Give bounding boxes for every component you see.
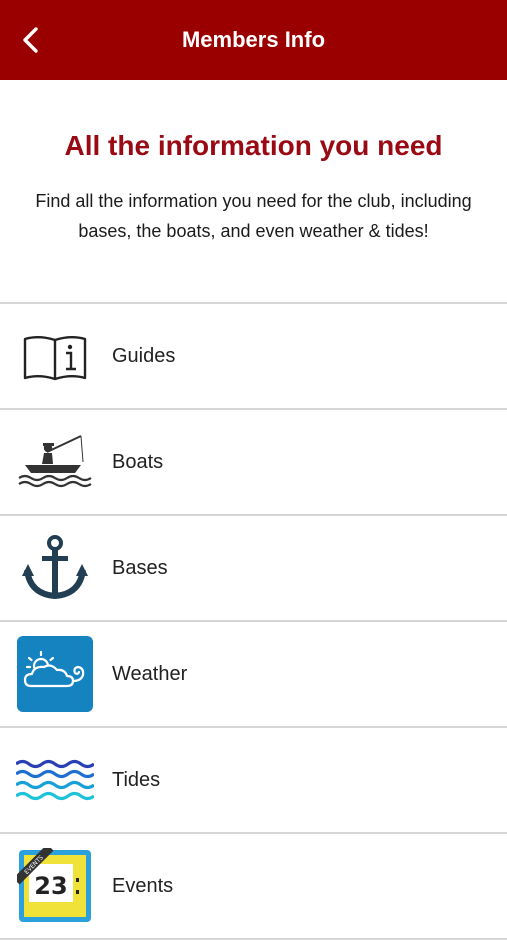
calendar-day-number: 23 — [34, 872, 67, 900]
back-button[interactable] — [14, 22, 48, 58]
menu-item-guides[interactable]: Guides — [0, 304, 507, 410]
menu-item-events[interactable]: 23 EVENTS Events — [0, 834, 507, 940]
chevron-left-icon — [23, 27, 38, 53]
info-book-icon — [16, 317, 94, 395]
page-title: Members Info — [181, 27, 326, 52]
anchor-icon — [16, 529, 94, 607]
menu-list: Guides Boats Bases Weather Tides 23 EVEN… — [0, 302, 507, 940]
weather-cloud-sun-icon — [16, 635, 94, 713]
fishing-boat-icon — [16, 423, 94, 501]
intro-description: Find all the information you need for th… — [35, 191, 472, 241]
calendar-icon: 23 EVENTS — [16, 847, 94, 925]
menu-item-boats[interactable]: Boats — [0, 410, 507, 516]
menu-item-label: Weather — [112, 662, 188, 685]
menu-item-label: Bases — [112, 556, 168, 579]
menu-item-label: Boats — [112, 450, 164, 473]
intro-section: All the information you need Find all th… — [0, 80, 507, 252]
menu-item-label: Events — [112, 874, 174, 897]
menu-item-weather[interactable]: Weather — [0, 622, 507, 728]
menu-item-bases[interactable]: Bases — [0, 516, 507, 622]
menu-item-label: Tides — [112, 768, 161, 791]
menu-item-tides[interactable]: Tides — [0, 728, 507, 834]
menu-item-label: Guides — [112, 344, 176, 367]
header-bar: Members Info — [0, 0, 507, 80]
waves-icon — [16, 741, 94, 819]
intro-heading: All the information you need — [64, 130, 443, 161]
